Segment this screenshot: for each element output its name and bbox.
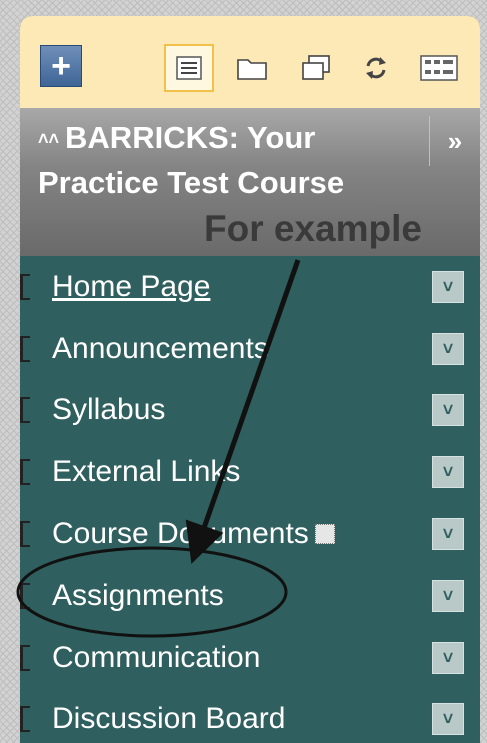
refresh-icon xyxy=(366,57,386,79)
course-toolbar: + xyxy=(20,16,480,109)
menu-item-syllabus[interactable]: Syllabus ˅ xyxy=(20,380,480,442)
drag-handle[interactable] xyxy=(20,521,30,548)
content-area-icon xyxy=(314,524,335,545)
course-title-text: BARRICKS: Your Practice Test Course xyxy=(38,120,345,200)
chevron-down-icon[interactable]: ˅ xyxy=(432,579,464,612)
chevron-down-icon[interactable]: ˅ xyxy=(432,703,464,736)
chevron-down-icon[interactable]: ˅ xyxy=(432,270,464,303)
menu-item-label[interactable]: Syllabus xyxy=(52,393,165,427)
menu-item-communication[interactable]: Communication ˅ xyxy=(20,627,480,689)
chevron-up-icon: ˄˄ xyxy=(38,129,60,149)
chevron-down-icon[interactable]: ˅ xyxy=(432,456,464,489)
course-menu-panel: + ˄˄ BARRICKS: Your Practice Test Course… xyxy=(20,16,480,743)
menu-item-announcements[interactable]: Announcements ˅ xyxy=(20,318,480,380)
menu-item-home-page[interactable]: Home Page ˅ xyxy=(20,256,480,318)
menu-item-label[interactable]: Assignments xyxy=(52,579,224,613)
folder-view-button[interactable] xyxy=(232,48,272,88)
list-view-button[interactable] xyxy=(164,44,214,92)
menu-item-discussion-board[interactable]: Discussion Board ˅ xyxy=(20,689,480,743)
course-title[interactable]: ˄˄ BARRICKS: Your Practice Test Course xyxy=(38,116,398,204)
folder-icon xyxy=(237,59,267,80)
list-view-icon xyxy=(176,56,202,80)
drag-handle[interactable] xyxy=(20,273,30,300)
menu-item-external-links[interactable]: External Links ˅ xyxy=(20,441,480,503)
menu-item-label[interactable]: Home Page xyxy=(52,270,210,304)
chevron-down-icon[interactable]: ˅ xyxy=(432,518,464,551)
menu-item-label[interactable]: Course Documents xyxy=(52,517,309,551)
add-menu-item-button[interactable]: + xyxy=(40,45,82,87)
menu-item-course-documents[interactable]: Course Documents ˅ xyxy=(20,503,480,565)
chevron-down-icon[interactable]: ˅ xyxy=(432,394,464,427)
menu-item-label[interactable]: Communication xyxy=(52,641,260,675)
course-menu: Home Page ˅ Announcements ˅ Syllabus ˅ E… xyxy=(20,256,480,743)
drag-handle[interactable] xyxy=(20,582,30,609)
menu-item-label[interactable]: Announcements xyxy=(52,332,269,366)
detail-view-button[interactable] xyxy=(414,48,464,88)
drag-handle[interactable] xyxy=(20,335,30,362)
chevron-down-icon[interactable]: ˅ xyxy=(432,641,464,674)
chevron-down-icon[interactable]: ˅ xyxy=(432,332,464,365)
drag-handle[interactable] xyxy=(20,706,30,733)
refresh-button[interactable] xyxy=(356,48,396,88)
drag-handle[interactable] xyxy=(20,459,30,486)
menu-item-label[interactable]: Discussion Board xyxy=(52,702,285,736)
drag-handle[interactable] xyxy=(20,644,30,671)
collapse-menu-button[interactable]: » xyxy=(429,116,480,166)
detail-view-icon xyxy=(420,55,458,81)
window-view-button[interactable] xyxy=(296,48,336,88)
menu-item-assignments[interactable]: Assignments ˅ xyxy=(20,565,480,627)
menu-item-label[interactable]: External Links xyxy=(52,455,240,489)
annotation-text: For example xyxy=(204,208,422,249)
window-icon xyxy=(302,55,330,80)
drag-handle[interactable] xyxy=(20,397,30,424)
